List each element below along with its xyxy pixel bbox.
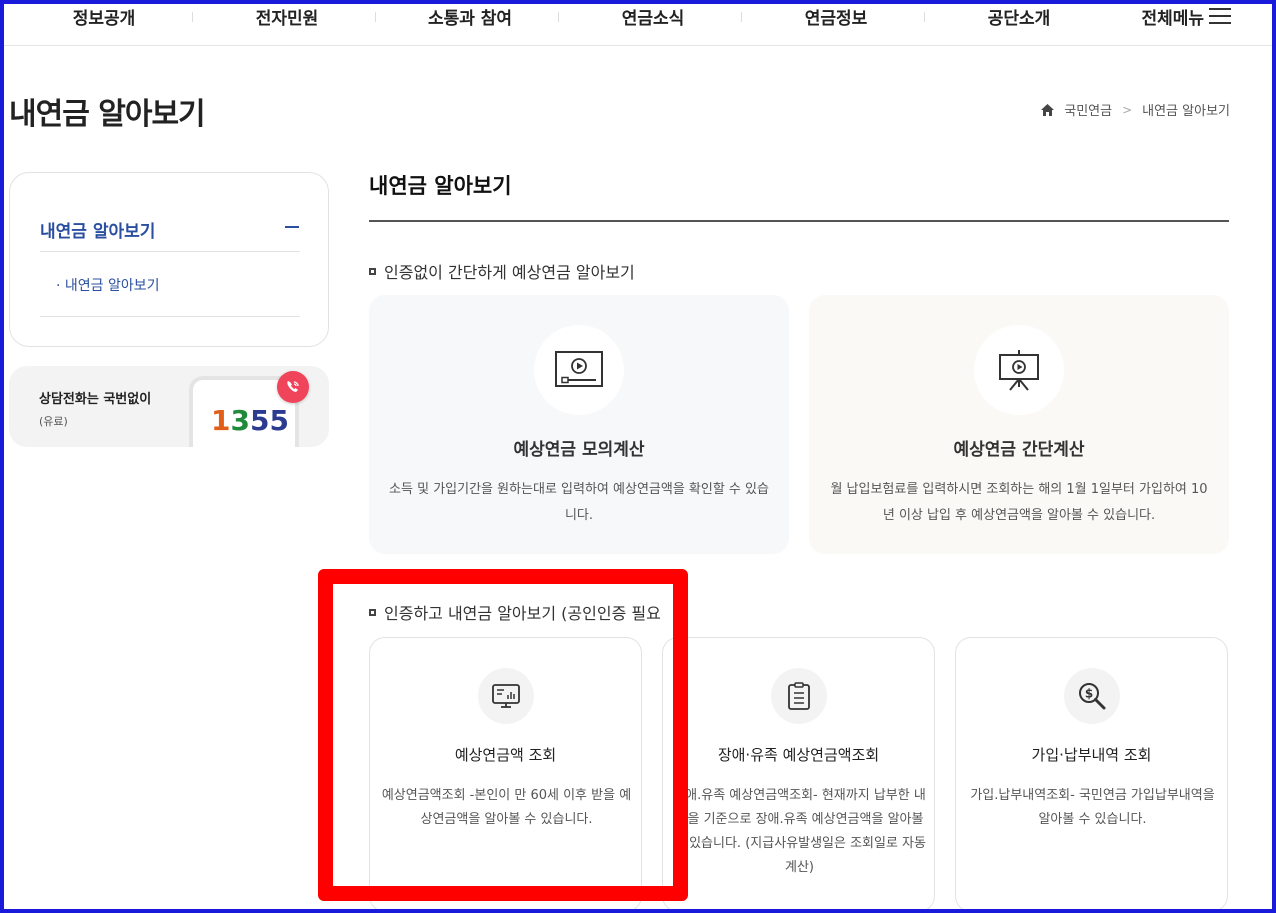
card-expected-pension[interactable]: 예상연금액 조회 예상연금액조회 -본인이 만 60세 이후 받을 예상연금액을… [369, 637, 642, 912]
card-title: 가입·납부내역 조회 [1031, 746, 1152, 764]
clipboard-icon [788, 682, 810, 710]
section-title: 인증없이 간단하게 예상연금 알아보기 [369, 259, 635, 283]
nav-separator [558, 12, 559, 22]
card-title: 예상연금 간단계산 [953, 440, 1085, 460]
divider [40, 251, 300, 252]
video-play-icon [555, 351, 603, 387]
card-description: 예상연금액조회 -본인이 만 60세 이후 받을 예상연금액을 알아볼 수 있습… [381, 788, 632, 827]
all-menu-button[interactable]: 전체메뉴 [1084, 4, 1204, 29]
nav-separator [375, 12, 376, 22]
home-icon[interactable] [1041, 103, 1055, 116]
icon-circle [478, 668, 534, 724]
monitor-chart-icon [492, 684, 520, 708]
icon-circle [974, 325, 1064, 415]
nav-item-pension-info[interactable]: 연금정보 [751, 4, 921, 29]
breadcrumb-item-current[interactable]: 내연금 알아보기 [1142, 100, 1230, 119]
card-title: 장애·유족 예상연금액조회 [717, 746, 880, 764]
icon-circle: $ [1064, 668, 1120, 724]
content-title: 내연금 알아보기 [369, 174, 512, 198]
nav-separator [924, 12, 925, 22]
card-title: 예상연금 모의계산 [513, 440, 645, 460]
card-title: 예상연금액 조회 [454, 746, 557, 764]
call-digit: 1 [211, 404, 231, 437]
bullet-square-icon [369, 267, 376, 275]
call-digit: 3 [230, 404, 250, 437]
call-label: 상담전화는 국번없이 [39, 392, 152, 407]
card-description: 가입.납부내역조회- 국민연금 가입납부내역을 알아볼 수 있습니다. [970, 788, 1215, 827]
hamburger-icon[interactable] [1209, 8, 1231, 26]
section-title: 인증하고 내연금 알아보기 (공인인증 필요 [369, 600, 674, 624]
call-paid-label: (유료) [39, 415, 68, 428]
nav-item-about[interactable]: 공단소개 [934, 4, 1104, 29]
nav-item-pension-news[interactable]: 연금소식 [568, 4, 738, 29]
phone-call-icon [277, 371, 309, 403]
call-number: 1355 [211, 404, 289, 437]
svg-text:$: $ [1085, 687, 1093, 701]
card-simple-calculation[interactable]: 예상연금 간단계산 월 납입보험료를 입력하시면 조회하는 해의 1월 1일부터… [809, 295, 1229, 554]
top-navigation: 정보공개 전자민원 소통과 참여 연금소식 연금정보 공단소개 전체메뉴 [4, 0, 1272, 46]
card-disability-survivor-pension[interactable]: 장애·유족 예상연금액조회 장애.유족 예상연금액조회- 현재까지 납부한 내역… [662, 637, 935, 912]
chevron-right-icon: > [1122, 102, 1133, 117]
card-description: 장애.유족 예상연금액조회- 현재까지 납부한 내역을 기준으로 장애.유족 예… [673, 788, 926, 875]
icon-circle [771, 668, 827, 724]
nav-separator [741, 12, 742, 22]
icon-circle [534, 325, 624, 415]
divider [40, 316, 300, 317]
nav-item-communication[interactable]: 소통과 참여 [385, 4, 555, 29]
side-menu-header[interactable]: 내연금 알아보기 [40, 217, 155, 242]
call-digit: 5 [249, 404, 270, 437]
side-menu: 내연금 알아보기 · 내연금 알아보기 [9, 172, 329, 347]
call-digit: 5 [269, 404, 289, 437]
card-subscription-payment[interactable]: $ 가입·납부내역 조회 가입.납부내역조회- 국민연금 가입납부내역을 알아볼… [955, 637, 1228, 912]
side-menu-item[interactable]: · 내연금 알아보기 [56, 275, 160, 295]
nav-item-disclosure[interactable]: 정보공개 [19, 4, 189, 29]
presentation-play-icon [999, 350, 1039, 391]
card-description: 소득 및 가입기간을 원하는대로 입력하여 예상연금액을 확인할 수 있습니다. [389, 482, 769, 523]
breadcrumb: 국민연금 > 내연금 알아보기 [1041, 100, 1230, 119]
collapse-icon[interactable] [285, 226, 299, 228]
bullet-square-icon [369, 608, 376, 616]
search-dollar-icon: $ [1079, 683, 1106, 710]
section-title-text: 인증없이 간단하게 예상연금 알아보기 [384, 263, 635, 282]
section-title-text: 인증하고 내연금 알아보기 (공인인증 필요 [384, 604, 661, 623]
card-description: 월 납입보험료를 입력하시면 조회하는 해의 1월 1일부터 가입하여 10년 … [830, 482, 1208, 523]
nav-item-civil-service[interactable]: 전자민원 [202, 4, 372, 29]
card-simulation[interactable]: 예상연금 모의계산 소득 및 가입기간을 원하는대로 입력하여 예상연금액을 확… [369, 295, 789, 554]
content-divider [369, 220, 1229, 222]
breadcrumb-item-home[interactable]: 국민연금 [1064, 100, 1112, 119]
page-title: 내연금 알아보기 [9, 97, 206, 132]
nav-separator [192, 12, 193, 22]
